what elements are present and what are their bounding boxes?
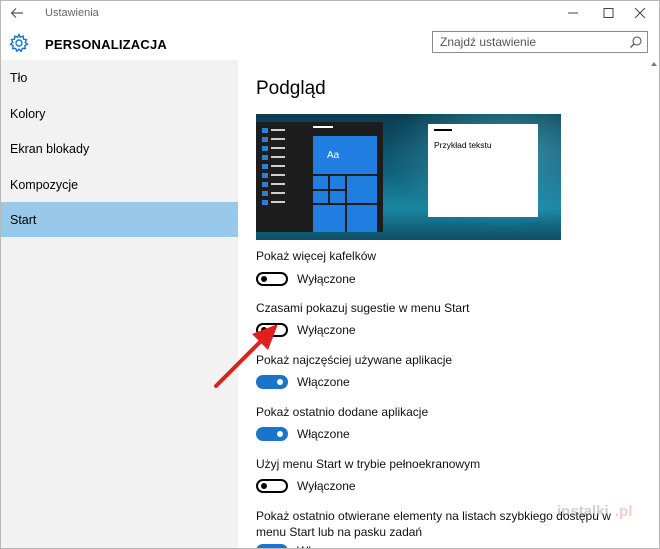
section-title: PERSONALIZACJA — [45, 37, 167, 52]
toggle-jump-lists[interactable] — [256, 544, 288, 548]
sidebar: Tło Kolory Ekran blokady Kompozycje Star… — [1, 60, 238, 548]
settings-window: Ustawienia PERSONALIZACJA Tło Kolory Ekr… — [0, 0, 660, 549]
sidebar-item-label: Kolory — [10, 107, 46, 121]
watermark-logo: instalki .pl — [557, 501, 641, 523]
preview-sample-text: Przykład tekstu — [434, 140, 492, 150]
toggle-state-text: Wyłączone — [297, 272, 356, 286]
sidebar-item-start[interactable]: Start — [1, 202, 238, 237]
maximize-icon — [603, 8, 614, 18]
sidebar-item-label: Tło — [10, 71, 28, 85]
preview-start-menu: Aa — [256, 122, 383, 232]
sidebar-item-ekran-blokady[interactable]: Ekran blokady — [1, 131, 238, 166]
minimize-icon — [568, 12, 578, 14]
gear-icon — [9, 32, 29, 53]
app-title: Ustawienia — [45, 7, 99, 19]
toggle-state-text: Włączone — [297, 427, 350, 441]
toggle-fullscreen[interactable] — [256, 479, 288, 493]
preview-app-list — [262, 128, 285, 224]
title-bar: Ustawienia — [1, 1, 659, 25]
annotation-arrow-icon — [214, 324, 278, 388]
close-icon — [634, 7, 646, 19]
sidebar-item-kompozycje[interactable]: Kompozycje — [1, 167, 238, 202]
preview-sample-window: Przykład tekstu — [428, 124, 538, 217]
toggle-state-text: Wyłączone — [297, 479, 356, 493]
search-box[interactable] — [432, 31, 648, 53]
arrow-left-icon — [10, 8, 23, 18]
toggle-state-text: Włączone — [297, 375, 350, 389]
setting-more-tiles-label: Pokaż więcej kafelków — [256, 249, 377, 263]
setting-suggestions-label: Czasami pokazuj sugestie w menu Start — [256, 301, 470, 315]
setting-jump-lists-label-line2: menu Start lub na pasku zadań — [256, 525, 423, 539]
main-content: Podgląd Aa Przykład tekstu Pokaż więcej … — [239, 60, 659, 548]
toggle-recently-added[interactable] — [256, 427, 288, 441]
maximize-button[interactable] — [591, 1, 625, 25]
sidebar-item-label: Ekran blokady — [10, 142, 90, 156]
page-title: Podgląd — [256, 78, 326, 99]
minimize-button[interactable] — [556, 1, 590, 25]
setting-fullscreen-label: Użyj menu Start w trybie pełnoekranowym — [256, 457, 481, 471]
start-preview: Aa Przykład tekstu — [256, 114, 561, 240]
sidebar-item-label: Start — [10, 213, 37, 227]
watermark-suffix: .pl — [615, 503, 633, 520]
close-button[interactable] — [623, 1, 657, 25]
toggle-more-tiles[interactable] — [256, 272, 288, 286]
toggle-state-text: Wyłączone — [297, 323, 356, 337]
preview-tiles — [313, 136, 377, 232]
toggle-state-text: Włączone — [297, 544, 350, 548]
sidebar-item-label: Kompozycje — [10, 178, 79, 192]
search-input[interactable] — [433, 32, 630, 52]
sidebar-item-kolory[interactable]: Kolory — [1, 96, 238, 131]
scroll-up-arrow[interactable] — [651, 62, 657, 66]
back-button[interactable] — [7, 3, 29, 23]
sidebar-item-tlo[interactable]: Tło — [1, 60, 238, 95]
search-icon[interactable] — [629, 35, 643, 49]
preview-tile-label: Aa — [327, 150, 340, 161]
setting-recently-added-label: Pokaż ostatnio dodane aplikacje — [256, 405, 429, 419]
watermark-text: instalki — [557, 503, 609, 520]
